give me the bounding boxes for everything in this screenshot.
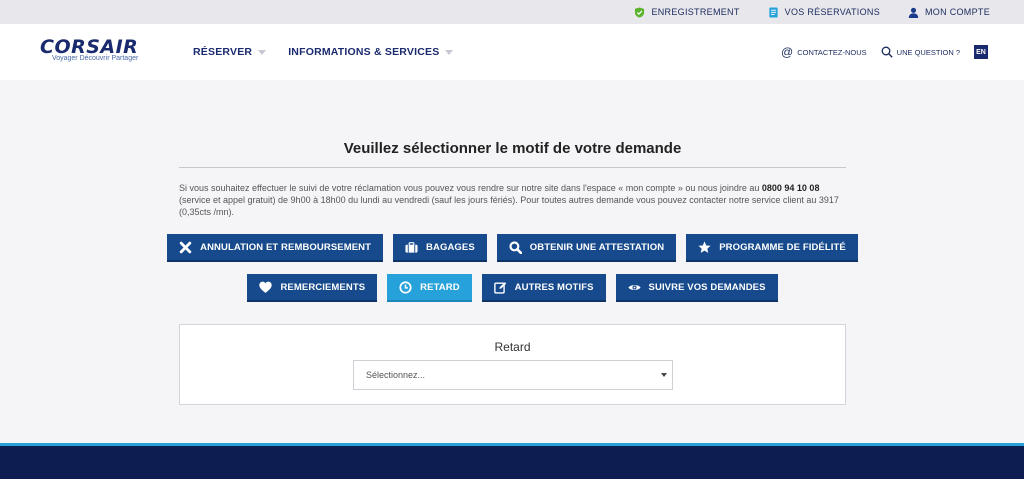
motive-button-label: AUTRES MOTIFS — [514, 281, 594, 293]
motive-buttons-row-2: REMERCIEMENTS RETARD AUTRES MOTIFS SUIVR… — [179, 274, 846, 302]
site-footer — [0, 446, 1024, 479]
topbar-item-label: MON COMPTE — [925, 7, 990, 17]
topbar-item-registration[interactable]: ENREGISTREMENT — [634, 6, 740, 18]
motive-button-retard[interactable]: RETARD — [387, 274, 472, 302]
chevron-down-icon — [661, 373, 667, 377]
motive-button-autres[interactable]: AUTRES MOTIFS — [481, 274, 606, 302]
topbar-item-label: ENREGISTREMENT — [651, 7, 740, 17]
chevron-down-icon — [258, 49, 267, 55]
request-motive-section: Veuillez sélectionner le motif de votre … — [167, 140, 858, 302]
motive-buttons-row-1: ANNULATION ET REMBOURSEMENT BAGAGES OBTE… — [167, 234, 858, 262]
corsair-logo[interactable]: CORSAIR Voyager Découvrir Partager — [40, 36, 139, 63]
logo-brand: CORSAIR — [40, 36, 139, 58]
logo-tagline: Voyager Découvrir Partager — [51, 55, 139, 62]
document-icon — [769, 6, 778, 18]
search-icon — [881, 46, 893, 58]
retard-form-panel: Retard Sélectionnez... — [179, 324, 846, 405]
motive-button-label: REMERCIEMENTS — [280, 281, 366, 293]
star-icon — [698, 240, 711, 253]
motive-button-label: ANNULATION ET REMBOURSEMENT — [200, 241, 372, 253]
main-nav: RÉSERVER INFORMATIONS & SERVICES — [193, 24, 454, 80]
topbar-item-label: VOS RÉSERVATIONS — [784, 7, 880, 17]
motive-button-label: PROGRAMME DE FIDÉLITÉ — [719, 241, 846, 253]
page-title: Veuillez sélectionner le motif de votre … — [179, 140, 846, 168]
contact-label: CONTACTEZ-NOUS — [797, 47, 867, 57]
motive-button-attestation[interactable]: OBTENIR UNE ATTESTATION — [496, 234, 677, 262]
edit-icon — [493, 281, 506, 294]
retard-select[interactable]: Sélectionnez... — [353, 360, 673, 390]
motive-button-label: OBTENIR UNE ATTESTATION — [529, 241, 665, 253]
x-icon — [179, 241, 192, 253]
nav-informations-services[interactable]: INFORMATIONS & SERVICES — [288, 46, 454, 58]
nav-label: RÉSERVER — [193, 46, 253, 58]
intro-part1: Si vous souhaitez effectuer le suivi de … — [179, 183, 762, 193]
header-right-nav: @ CONTACTEZ-NOUS UNE QUESTION ? EN — [781, 24, 988, 80]
shield-check-icon — [635, 6, 645, 18]
nav-label: INFORMATIONS & SERVICES — [288, 46, 440, 58]
phone-number: 0800 94 10 08 — [761, 183, 820, 193]
motive-button-label: SUIVRE VOS DEMANDES — [648, 281, 766, 293]
intro-text: Si vous souhaitez effectuer le suivi de … — [179, 182, 846, 218]
motive-button-remerciements[interactable]: REMERCIEMENTS — [247, 274, 378, 302]
motive-button-fidelite[interactable]: PROGRAMME DE FIDÉLITÉ — [686, 234, 858, 262]
clock-icon — [399, 280, 412, 294]
contact-link[interactable]: @ CONTACTEZ-NOUS — [781, 45, 867, 59]
suitcase-icon — [405, 241, 418, 253]
intro-part2: (service et appel gratuit) de 9h00 à 18h… — [179, 195, 839, 217]
nav-reserver[interactable]: RÉSERVER — [193, 46, 267, 58]
motive-button-annulation[interactable]: ANNULATION ET REMBOURSEMENT — [167, 234, 384, 262]
utility-bar: ENREGISTREMENT VOS RÉSERVATIONS MON COMP… — [0, 0, 1024, 24]
motive-button-bagages[interactable]: BAGAGES — [393, 234, 487, 262]
at-icon: @ — [781, 45, 794, 59]
heart-icon — [259, 281, 273, 293]
user-icon — [908, 7, 919, 18]
question-link[interactable]: UNE QUESTION ? — [881, 46, 960, 58]
eye-icon — [628, 284, 641, 290]
search-icon — [509, 240, 522, 254]
topbar-item-reservations[interactable]: VOS RÉSERVATIONS — [768, 6, 880, 18]
motive-button-label: RETARD — [420, 281, 460, 293]
chevron-down-icon — [445, 49, 454, 55]
select-placeholder: Sélectionnez... — [366, 370, 426, 380]
question-label: UNE QUESTION ? — [896, 47, 960, 57]
language-switch[interactable]: EN — [974, 45, 988, 59]
panel-title: Retard — [494, 340, 531, 354]
motive-button-label: BAGAGES — [426, 241, 475, 253]
site-header: CORSAIR Voyager Découvrir Partager RÉSER… — [0, 24, 1024, 80]
motive-button-suivre[interactable]: SUIVRE VOS DEMANDES — [615, 274, 778, 302]
topbar-item-account[interactable]: MON COMPTE — [908, 7, 990, 18]
